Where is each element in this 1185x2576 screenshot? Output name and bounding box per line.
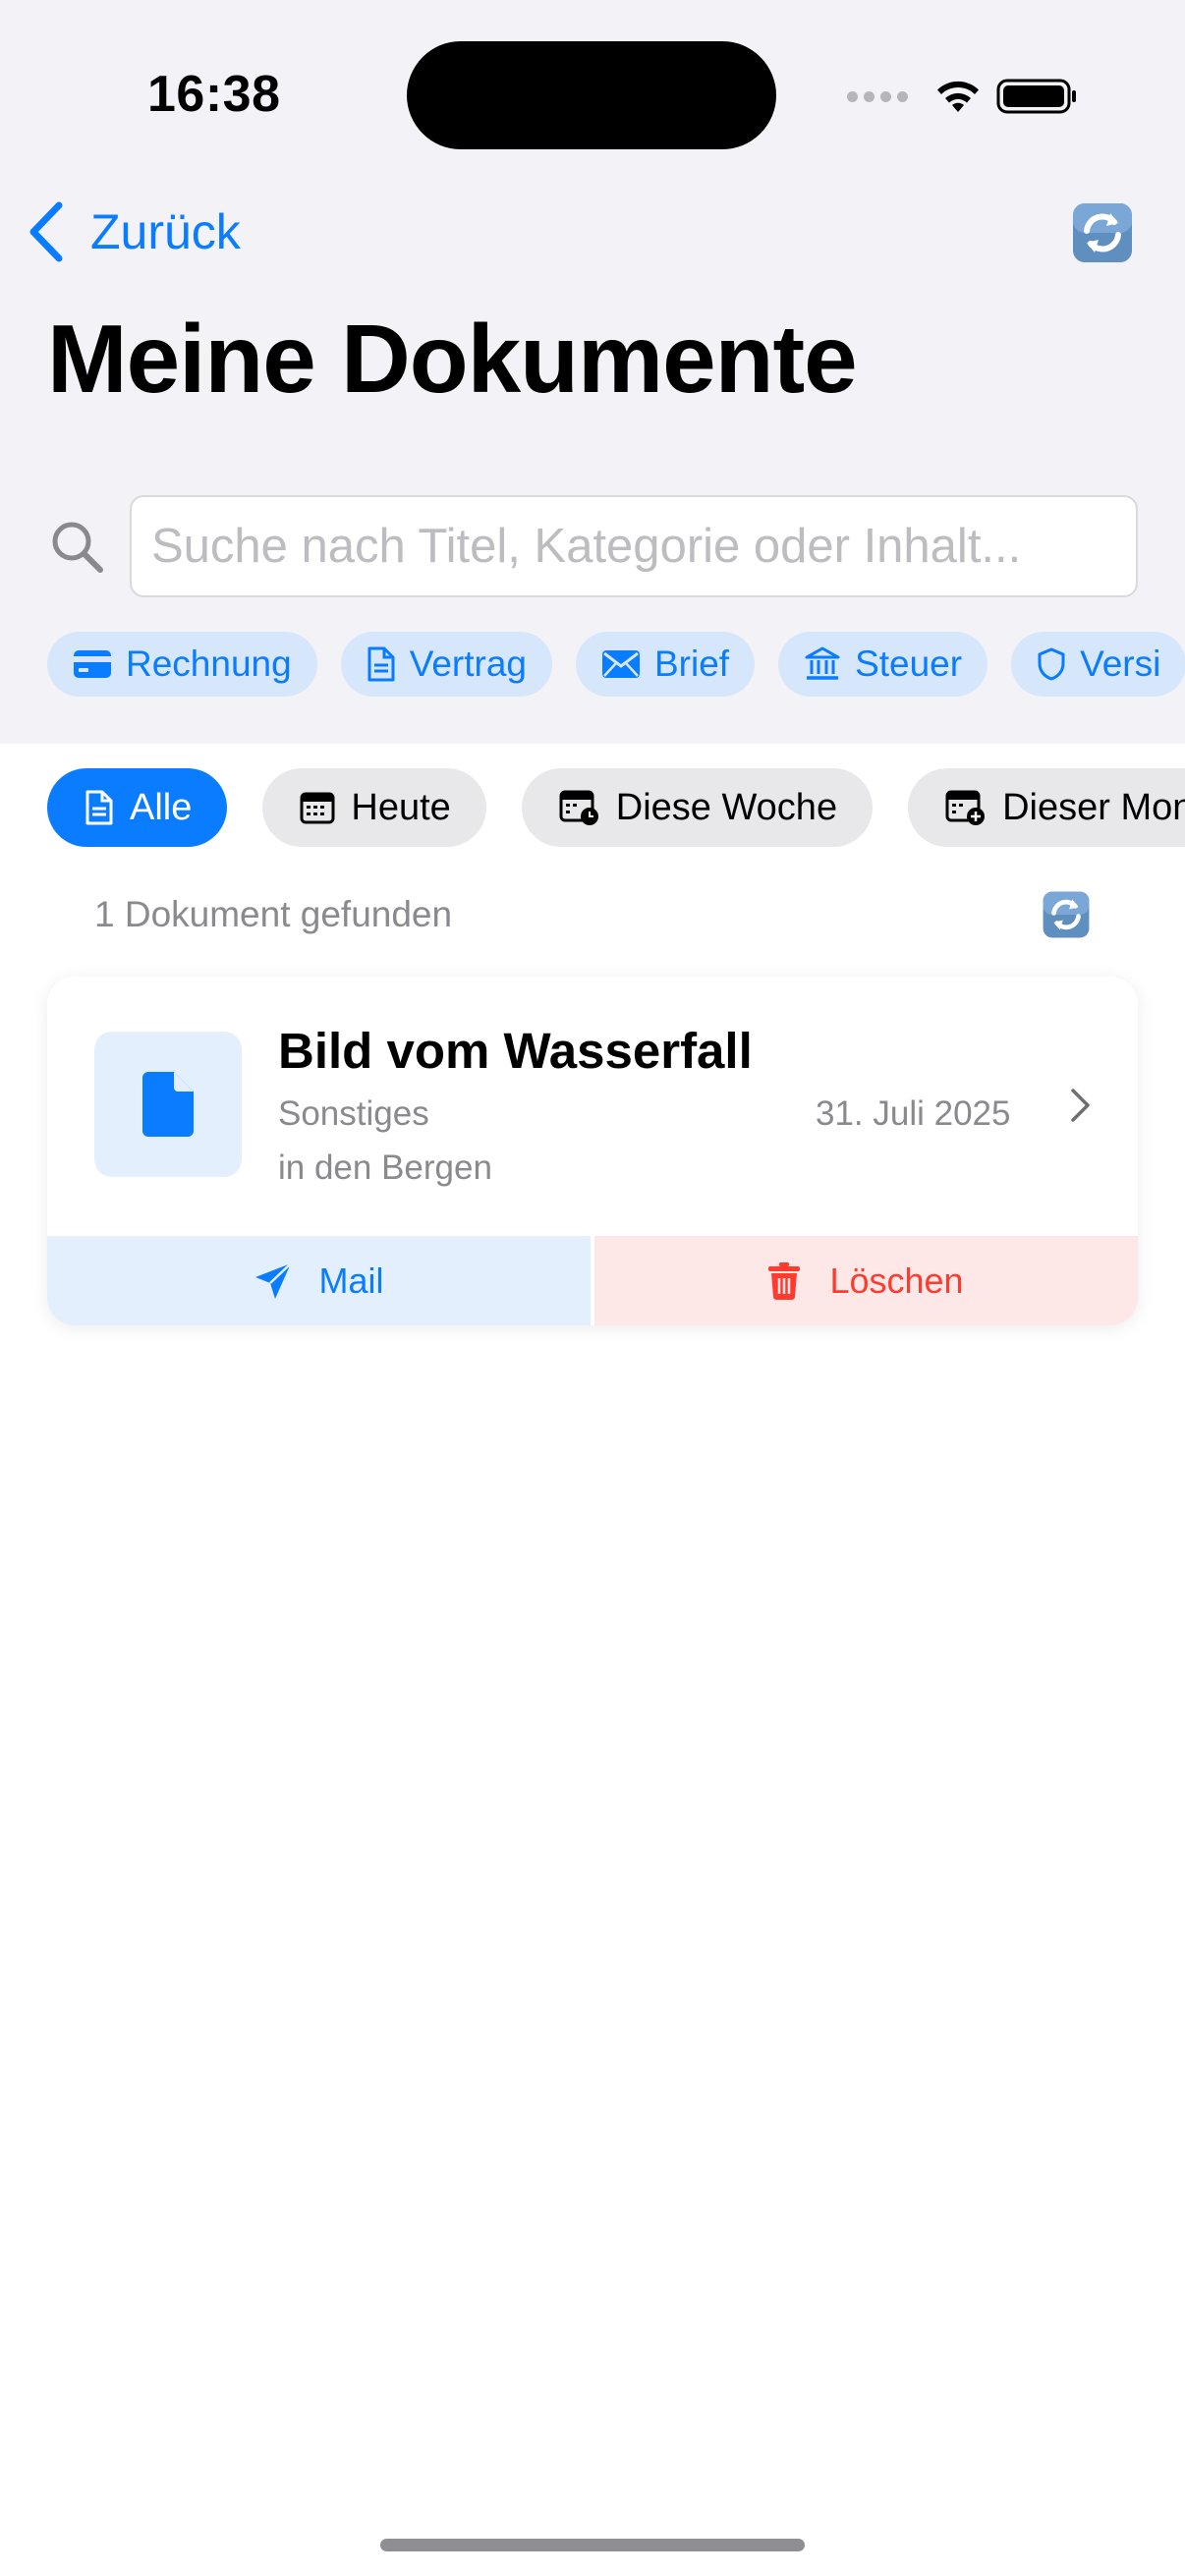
home-indicator[interactable] [380,2539,805,2551]
paper-plane-icon [255,1261,293,1299]
document-title: Bild vom Wasserfall [278,1023,753,1079]
calendar-icon [300,792,335,824]
filter-chip-label: Alle [130,786,193,828]
header-area: 16:38 Zurück Meine Dokumente Suche nach … [0,0,1185,744]
category-chip-steuer[interactable]: Steuer [778,632,988,697]
document-date: 31. Juli 2025 [816,1094,1011,1133]
envelope-icon [601,650,640,678]
date-filter-chips: Alle Heute Diese Woche Dieser Mon [47,768,1185,847]
mail-button[interactable]: Mail [47,1236,591,1325]
filter-chip-label: Heute [351,786,451,828]
search-input[interactable] [130,495,1138,597]
category-chip-rechnung[interactable]: Rechnung [47,632,317,697]
document-thumbnail [94,1032,242,1177]
search-icon [52,522,103,573]
wifi-icon [937,81,979,112]
category-chip-label: Vertrag [409,644,527,684]
back-label: Zurück [90,204,241,259]
document-icon [367,646,395,682]
refresh-icon[interactable] [1071,201,1134,264]
document-card: Bild vom Wasserfall Sonstiges in den Ber… [47,977,1138,1325]
shield-icon [1038,647,1065,681]
chevron-left-icon [29,201,63,262]
delete-label: Löschen [829,1260,964,1301]
bank-icon [805,646,840,680]
filter-chip-diese-woche[interactable]: Diese Woche [521,768,874,847]
cellular-signal-icon [847,90,908,102]
status-icons [847,69,1079,124]
calendar-plus-icon [945,790,986,825]
trash-icon [768,1261,801,1300]
credit-card-icon [74,650,111,678]
category-chip-label: Steuer [855,644,963,684]
file-icon [142,1072,194,1137]
chevron-right-icon [1071,1089,1090,1122]
document-row[interactable]: Bild vom Wasserfall Sonstiges in den Ber… [47,977,1138,1236]
category-chip-label: Rechnung [126,644,292,684]
refresh-icon[interactable] [1042,890,1091,939]
category-chips: Rechnung Vertrag Brief Steuer Versi [47,632,1185,697]
category-chip-label: Versi [1080,644,1161,684]
document-subtitle: in den Bergen [278,1148,492,1187]
delete-button[interactable]: Löschen [594,1236,1138,1325]
calendar-clock-icon [559,790,598,825]
document-category: Sonstiges [278,1094,429,1133]
status-time: 16:38 [147,66,281,123]
filter-chip-dieser-monat[interactable]: Dieser Mon [908,768,1185,847]
filter-chip-label: Dieser Mon [1002,786,1185,828]
mail-label: Mail [318,1260,384,1301]
battery-icon [996,79,1076,114]
dynamic-island [407,41,776,149]
category-chip-brief[interactable]: Brief [575,632,756,697]
page-title: Meine Dokumente [47,305,858,413]
back-button[interactable]: Zurück [26,195,241,269]
category-chip-versicherung[interactable]: Versi [1011,632,1185,697]
category-chip-label: Brief [653,644,730,684]
document-icon [85,790,113,825]
category-chip-vertrag[interactable]: Vertrag [340,632,552,697]
result-count: 1 Dokument gefunden [94,894,453,934]
filter-chip-heute[interactable]: Heute [262,768,486,847]
filter-chip-alle[interactable]: Alle [47,768,228,847]
filter-chip-label: Diese Woche [615,786,838,828]
